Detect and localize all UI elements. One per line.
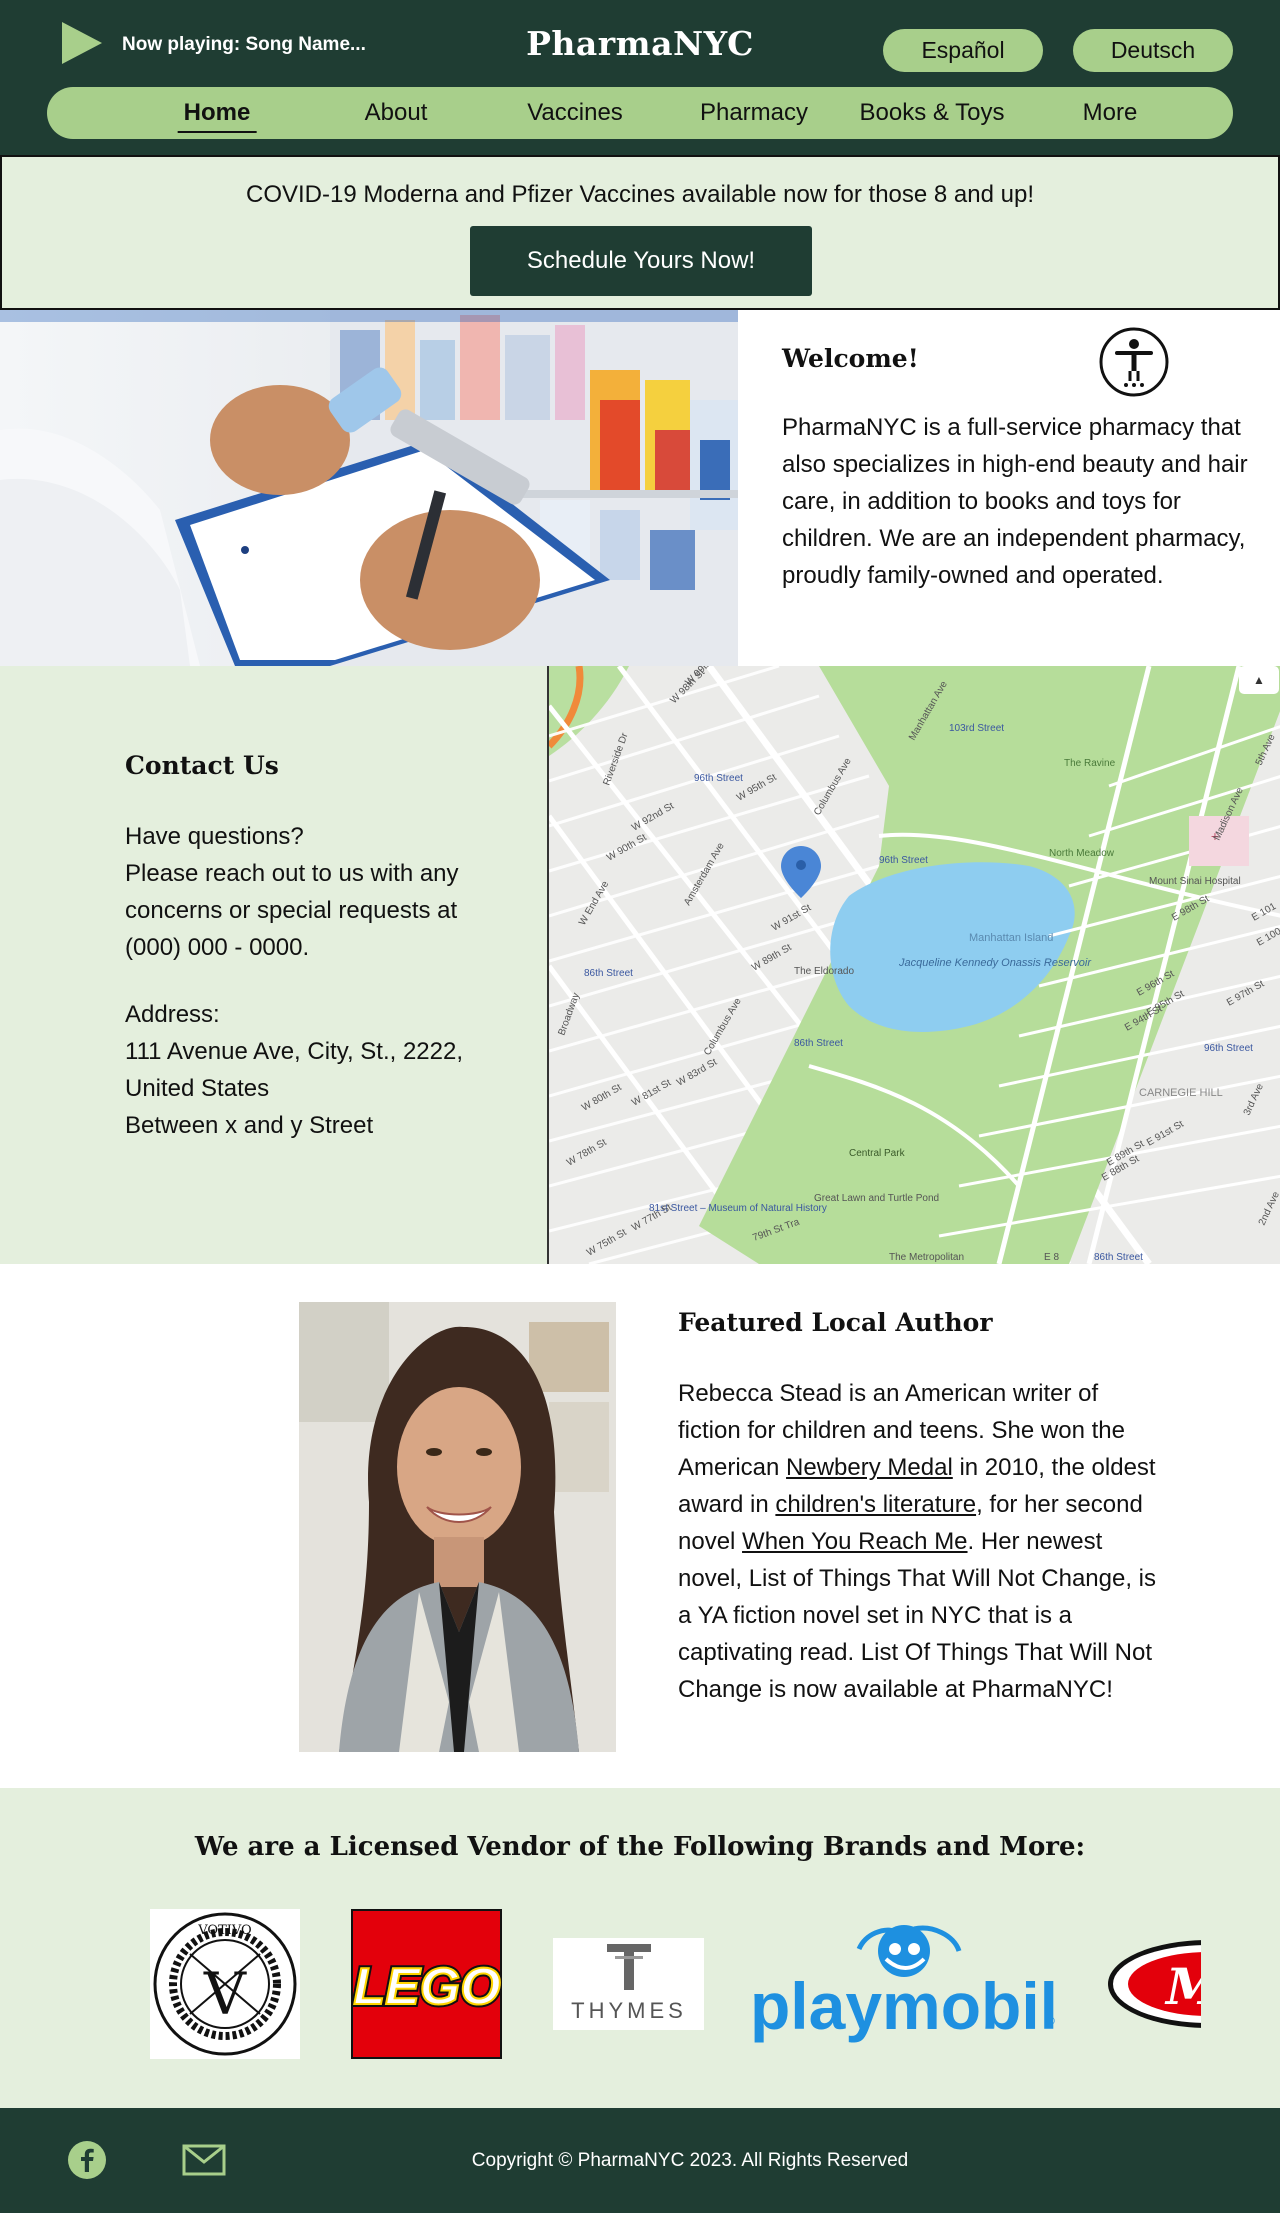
- when-you-reach-me-link[interactable]: When You Reach Me: [742, 1528, 967, 1555]
- map-label: Manhattan Island: [969, 932, 1053, 944]
- address-block: Address: 111 Avenue Ave, City, St., 2222…: [125, 996, 505, 1144]
- newbery-medal-link[interactable]: Newbery Medal: [786, 1454, 953, 1481]
- map-label: The Eldorado: [794, 966, 854, 977]
- playmobil-registered: ®: [1046, 2014, 1055, 2028]
- map-label: CARNEGIE HILL: [1139, 1087, 1223, 1099]
- language-button-spanish[interactable]: Español: [883, 29, 1043, 72]
- author-photo: [299, 1302, 616, 1752]
- main-nav: Home About Vaccines Pharmacy Books & Toy…: [47, 87, 1233, 139]
- map-label: Mount Sinai Hospital: [1149, 876, 1241, 887]
- nav-item-about[interactable]: About: [365, 99, 428, 127]
- nav-item-books-toys[interactable]: Books & Toys: [860, 99, 1005, 127]
- map-label: The Metropolitan: [889, 1252, 964, 1263]
- author-bio: Rebecca Stead is an American writer of f…: [678, 1375, 1158, 1708]
- play-icon[interactable]: [60, 20, 104, 66]
- map-label: North Meadow: [1049, 848, 1115, 859]
- map-label: 96th Street: [879, 855, 928, 866]
- melissa-letter: M: [1164, 1957, 1201, 2016]
- pharmacist-photo: [0, 310, 738, 666]
- contact-text: Have questions? Please reach out to us w…: [125, 818, 505, 966]
- nav-item-more[interactable]: More: [1083, 99, 1138, 127]
- votivo-logo: VOTIVO V: [150, 1909, 300, 2059]
- site-header: Now playing: Song Name... PharmaNYC Espa…: [0, 0, 1280, 155]
- contact-question: Have questions?: [125, 823, 304, 850]
- childrens-literature-link[interactable]: children's literature: [775, 1491, 976, 1518]
- copyright-text: Copyright © PharmaNYC 2023. All Rights R…: [471, 2150, 909, 2171]
- nav-item-vaccines[interactable]: Vaccines: [527, 99, 623, 127]
- vaccine-banner: COVID-19 Moderna and Pfizer Vaccines ava…: [0, 155, 1280, 310]
- svg-text:LEGO: LEGO: [353, 1958, 500, 2016]
- map-label: 81st Street – Museum of Natural History: [649, 1203, 827, 1214]
- votivo-wordmark: VOTIVO: [197, 1923, 251, 1938]
- address-line: 111 Avenue Ave, City, St., 2222, United …: [125, 1038, 464, 1102]
- map-label: Jacqueline Kennedy Onassis Reservoir: [898, 957, 1092, 969]
- melissa-doug-logo: M: [1108, 1938, 1201, 2030]
- map-label: Great Lawn and Turtle Pond: [814, 1193, 939, 1204]
- map-label: 86th Street: [794, 1038, 843, 1049]
- address-cross-streets: Between x and y Street: [125, 1112, 374, 1139]
- featured-author-section: Featured Local Author Rebecca Stead is a…: [0, 1264, 1280, 1788]
- site-footer: Copyright © PharmaNYC 2023. All Rights R…: [0, 2108, 1280, 2213]
- map-label: 86th Street: [584, 968, 633, 979]
- nav-item-pharmacy[interactable]: Pharmacy: [700, 99, 808, 127]
- contact-info: Contact Us Have questions? Please reach …: [0, 666, 547, 1264]
- playmobil-wordmark: playmobil: [754, 1969, 1058, 2043]
- language-button-german[interactable]: Deutsch: [1073, 29, 1233, 72]
- schedule-button[interactable]: Schedule Yours Now!: [470, 226, 812, 296]
- address-label: Address:: [125, 1001, 220, 1028]
- contact-phone-text: Please reach out to us with any concerns…: [125, 860, 459, 961]
- map-label: The Ravine: [1064, 758, 1116, 769]
- map-label: 86th Street: [1094, 1252, 1143, 1263]
- welcome-section: Welcome! PharmaNYC is a full-service pha…: [0, 310, 1280, 666]
- thymes-logo: THYMES: [553, 1938, 704, 2030]
- thymes-wordmark: THYMES: [571, 1998, 687, 2023]
- map-label: 96th Street: [1204, 1043, 1253, 1054]
- map-label: 103rd Street: [949, 723, 1004, 734]
- map-label: 96th Street: [694, 773, 743, 784]
- contact-section: Contact Us Have questions? Please reach …: [0, 666, 1280, 1264]
- banner-text: COVID-19 Moderna and Pfizer Vaccines ava…: [246, 181, 1034, 208]
- svg-text:▲: ▲: [1253, 673, 1265, 687]
- now-playing-text: Now playing: Song Name...: [122, 34, 366, 55]
- nav-item-home[interactable]: Home: [177, 99, 257, 133]
- welcome-title: Welcome!: [782, 344, 919, 373]
- contact-title: Contact Us: [125, 751, 279, 780]
- accessibility-icon[interactable]: [1099, 327, 1169, 397]
- author-title: Featured Local Author: [678, 1308, 993, 1337]
- playmobil-logo: playmobil ®: [750, 1923, 1059, 2043]
- lego-logo: LEGO LEGO: [350, 1909, 504, 2059]
- welcome-text: PharmaNYC is a full-service pharmacy tha…: [782, 414, 1248, 589]
- map-label: E 8: [1044, 1252, 1059, 1263]
- map[interactable]: + ▲ W 99th St W 98th St Manhattan Ave 10…: [547, 666, 1280, 1264]
- map-label: Central Park: [849, 1148, 906, 1159]
- vendors-section: We are a Licensed Vendor of the Followin…: [0, 1788, 1280, 2108]
- vendors-title: We are a Licensed Vendor of the Followin…: [194, 1832, 1086, 1862]
